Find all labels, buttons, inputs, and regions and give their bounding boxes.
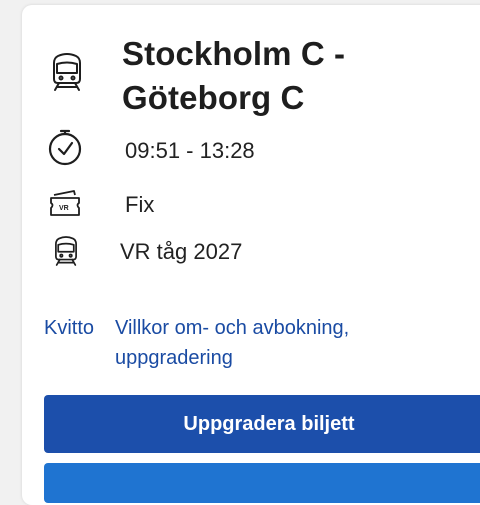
secondary-action-button[interactable] xyxy=(44,463,480,503)
receipt-link[interactable]: Kvitto xyxy=(44,313,94,343)
ticket-type: Fix xyxy=(125,192,155,217)
train-icon xyxy=(53,53,81,91)
route-title: Stockholm C - Göteborg C xyxy=(122,35,346,116)
train-number: VR tåg 2027 xyxy=(120,239,243,264)
departure-arrival-time: 09:51 - 13:28 xyxy=(125,138,255,163)
svg-text:VR: VR xyxy=(59,205,69,212)
upgrade-ticket-button[interactable]: Uppgradera biljett xyxy=(44,395,480,453)
clock-icon xyxy=(48,129,82,166)
terms-link[interactable]: Villkor om- och avbokning, uppgradering xyxy=(115,313,415,373)
ticket-icon: VR xyxy=(50,190,80,216)
train-icon xyxy=(55,236,77,266)
